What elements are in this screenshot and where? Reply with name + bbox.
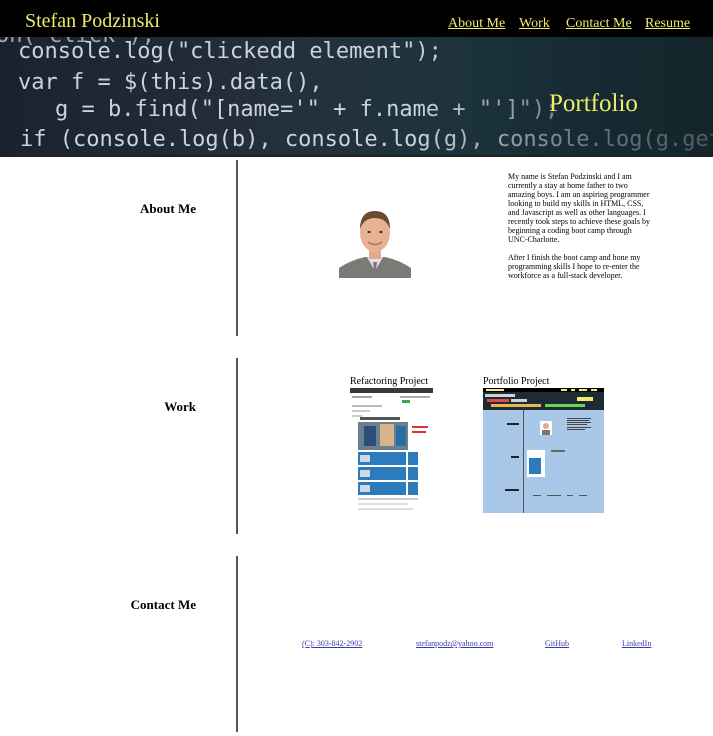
about-text: My name is Stefan Podzinski and I am cur… [508,172,653,280]
work-heading: Work [164,399,196,414]
hero-banner: on( click ), console.log("clickedd eleme… [0,37,713,156]
portfolio-project-thumbnail[interactable] [483,388,604,513]
nav-about-me[interactable]: About Me [448,17,505,31]
refactoring-project-thumbnail[interactable] [350,388,433,513]
contact-email-link[interactable]: stefanpodz@yahoo.com [416,640,493,648]
hero-title: Portfolio [549,90,638,117]
section-divider [236,556,238,732]
profile-photo [339,205,411,278]
nav-contact-me[interactable]: Contact Me [566,17,632,31]
contact-github-link[interactable]: GitHub [545,640,569,648]
section-divider [236,160,238,336]
contact-phone-link[interactable]: (C): 303-842-2902 [302,640,362,648]
nav-work[interactable]: Work [519,17,550,31]
project-title-refactoring: Refactoring Project [350,376,429,387]
hero-code-line: console.log("clickedd element"); [18,39,442,64]
top-navbar: Stefan Podzinski About Me Work Contact M… [0,0,713,37]
about-paragraph-2: After I finish the boot camp and hone my… [508,253,641,280]
about-paragraph-1: My name is Stefan Podzinski and I am cur… [508,172,650,244]
project-title-portfolio: Portfolio Project [483,376,550,387]
contact-linkedin-link[interactable]: LinkedIn [622,640,651,648]
brand-name: Stefan Podzinski [25,10,160,32]
section-divider [236,358,238,534]
hero-divider [0,155,713,157]
hero-code-line: var f = $(this).data(), [18,70,323,95]
contact-heading: Contact Me [130,597,196,612]
about-heading: About Me [140,201,196,216]
nav-resume[interactable]: Resume [645,17,690,31]
